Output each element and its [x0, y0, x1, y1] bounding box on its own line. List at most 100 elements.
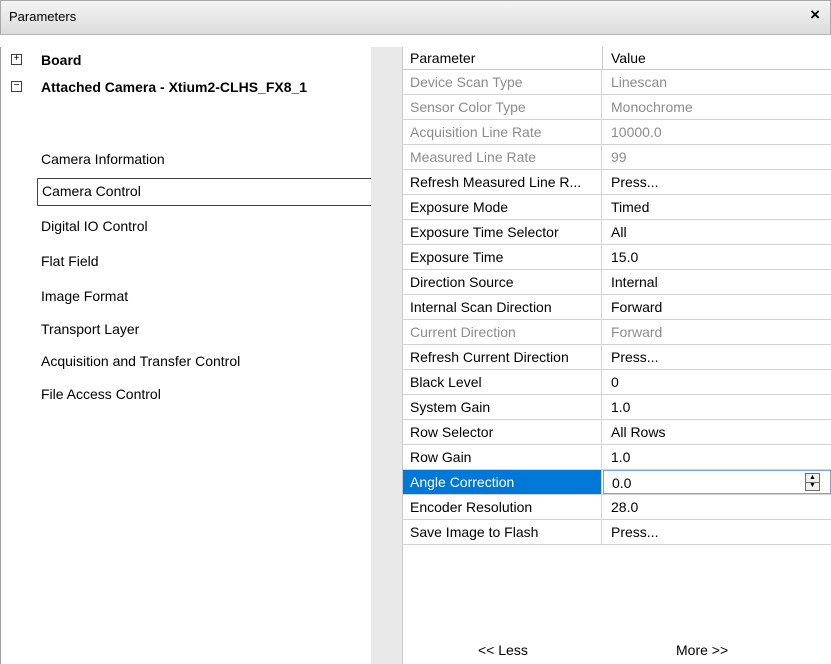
window-title: Parameters — [9, 9, 77, 24]
table-row[interactable]: Sensor Color Type Monochrome — [403, 95, 831, 120]
parameter-value[interactable]: Forward — [603, 295, 831, 319]
parameter-name[interactable]: Encoder Resolution — [403, 495, 602, 519]
table-row[interactable]: Angle Correction 0.0 ▲ ▼ — [403, 470, 831, 495]
table-row[interactable]: Encoder Resolution 28.0 — [403, 495, 831, 520]
parameter-name[interactable]: Exposure Mode — [403, 195, 602, 219]
parameter-value[interactable]: Press... — [603, 520, 831, 544]
parameter-value-text: Press... — [611, 349, 659, 365]
grid-footer: << Less More >> — [403, 638, 831, 664]
parameter-value-text: 1.0 — [611, 449, 631, 465]
tree-node-label: Attached Camera - Xtium2-CLHS_FX8_1 — [41, 79, 308, 95]
parameter-name[interactable]: Sensor Color Type — [403, 95, 602, 119]
table-row[interactable]: Direction Source Internal — [403, 270, 831, 295]
parameters-window: Parameters × + Board − Attached Camera -… — [0, 0, 831, 664]
parameter-value-text: Press... — [611, 174, 659, 190]
grid-header: Parameter Value — [403, 47, 831, 70]
table-row[interactable]: Current Direction Forward — [403, 320, 831, 345]
more-button[interactable]: More >> — [676, 642, 728, 658]
tree-item-camera-information[interactable]: Camera Information — [41, 146, 165, 172]
parameter-name[interactable]: System Gain — [403, 395, 602, 419]
parameter-name[interactable]: Exposure Time — [403, 245, 602, 269]
parameter-value-text: Forward — [611, 299, 663, 315]
table-row[interactable]: Acquisition Line Rate 10000.0 — [403, 120, 831, 145]
table-row[interactable]: Device Scan Type Linescan — [403, 70, 831, 95]
parameter-value: 10000.0 — [603, 120, 831, 144]
header-parameter[interactable]: Parameter — [410, 50, 475, 66]
parameter-name[interactable]: Black Level — [403, 370, 602, 394]
parameter-name[interactable]: Angle Correction — [403, 470, 602, 494]
table-row[interactable]: System Gain 1.0 — [403, 395, 831, 420]
parameter-name[interactable]: Internal Scan Direction — [403, 295, 602, 319]
tree-node-board[interactable]: + Board — [1, 47, 369, 73]
header-divider[interactable] — [602, 47, 603, 69]
table-row[interactable]: Exposure Time 15.0 — [403, 245, 831, 270]
parameter-value[interactable]: 1.0 — [603, 445, 831, 469]
parameter-value[interactable]: Internal — [603, 270, 831, 294]
parameter-value-text: All — [611, 224, 627, 240]
parameter-value-text: 99 — [611, 149, 627, 165]
parameter-name[interactable]: Save Image to Flash — [403, 520, 602, 544]
parameter-value: 99 — [603, 145, 831, 169]
parameter-value[interactable]: Timed — [603, 195, 831, 219]
table-row[interactable]: Exposure Mode Timed — [403, 195, 831, 220]
parameter-value-text: Internal — [611, 274, 658, 290]
parameter-name[interactable]: Row Gain — [403, 445, 602, 469]
parameter-value-text: 0.0 — [612, 475, 632, 491]
table-row[interactable]: Refresh Measured Line R... Press... — [403, 170, 831, 195]
close-icon[interactable]: × — [810, 5, 820, 25]
parameter-name[interactable]: Exposure Time Selector — [403, 220, 602, 244]
tree-item-transport-layer[interactable]: Transport Layer — [41, 316, 139, 342]
parameter-value-text: 15.0 — [611, 249, 639, 265]
table-row[interactable]: Save Image to Flash Press... — [403, 520, 831, 545]
parameter-name[interactable]: Current Direction — [403, 320, 602, 344]
table-row[interactable]: Black Level 0 — [403, 370, 831, 395]
parameter-value[interactable]: 0.0 ▲ ▼ — [603, 470, 831, 494]
parameter-value-text: 0 — [611, 374, 619, 390]
parameter-value-text: 10000.0 — [611, 124, 662, 140]
tree-item-digital-io-control[interactable]: Digital IO Control — [41, 213, 148, 239]
grid-gutter — [371, 47, 403, 664]
parameter-value[interactable]: All Rows — [603, 420, 831, 444]
parameter-name[interactable]: Acquisition Line Rate — [403, 120, 602, 144]
tree-item-image-format[interactable]: Image Format — [41, 283, 128, 309]
parameter-name[interactable]: Refresh Measured Line R... — [403, 170, 602, 194]
parameter-name[interactable]: Row Selector — [403, 420, 602, 444]
spin-down-icon[interactable]: ▼ — [806, 482, 819, 490]
parameter-value-text: Timed — [611, 199, 650, 215]
parameter-value-text: Press... — [611, 524, 659, 540]
table-row[interactable]: Exposure Time Selector All — [403, 220, 831, 245]
parameter-value-text: All Rows — [611, 424, 666, 440]
parameter-value[interactable]: 15.0 — [603, 245, 831, 269]
parameter-value[interactable]: 28.0 — [603, 495, 831, 519]
parameter-value[interactable]: Press... — [603, 170, 831, 194]
parameter-name[interactable]: Device Scan Type — [403, 70, 602, 94]
parameter-value[interactable]: 0 — [603, 370, 831, 394]
parameter-value-text: 28.0 — [611, 499, 639, 515]
parameter-value-text: Forward — [611, 324, 663, 340]
parameter-name[interactable]: Measured Line Rate — [403, 145, 602, 169]
less-button[interactable]: << Less — [478, 642, 528, 658]
parameter-value[interactable]: All — [603, 220, 831, 244]
table-row[interactable]: Row Selector All Rows — [403, 420, 831, 445]
header-value[interactable]: Value — [611, 50, 646, 66]
parameter-value-text: 1.0 — [611, 399, 631, 415]
tree-item-flat-field[interactable]: Flat Field — [41, 248, 99, 274]
plus-box-icon[interactable]: + — [11, 54, 22, 65]
parameter-value[interactable]: Press... — [603, 345, 831, 369]
parameter-value: Linescan — [603, 70, 831, 94]
minus-box-icon[interactable]: − — [11, 81, 22, 92]
table-row[interactable]: Refresh Current Direction Press... — [403, 345, 831, 370]
tree-item-file-access-control[interactable]: File Access Control — [41, 381, 161, 407]
parameter-name[interactable]: Direction Source — [403, 270, 602, 294]
parameter-value-text: Linescan — [611, 74, 668, 90]
tree-node-attached-camera[interactable]: − Attached Camera - Xtium2-CLHS_FX8_1 — [1, 74, 369, 100]
table-row[interactable]: Measured Line Rate 99 — [403, 145, 831, 170]
parameter-value[interactable]: 1.0 — [603, 395, 831, 419]
tree-item-acquisition-transfer-control[interactable]: Acquisition and Transfer Control — [41, 348, 240, 374]
table-row[interactable]: Row Gain 1.0 — [403, 445, 831, 470]
title-bar: Parameters × — [0, 0, 831, 35]
spin-updown-icon[interactable]: ▲ ▼ — [805, 473, 820, 491]
table-row[interactable]: Internal Scan Direction Forward — [403, 295, 831, 320]
tree-item-camera-control[interactable]: Camera Control — [37, 178, 372, 206]
parameter-name[interactable]: Refresh Current Direction — [403, 345, 602, 369]
